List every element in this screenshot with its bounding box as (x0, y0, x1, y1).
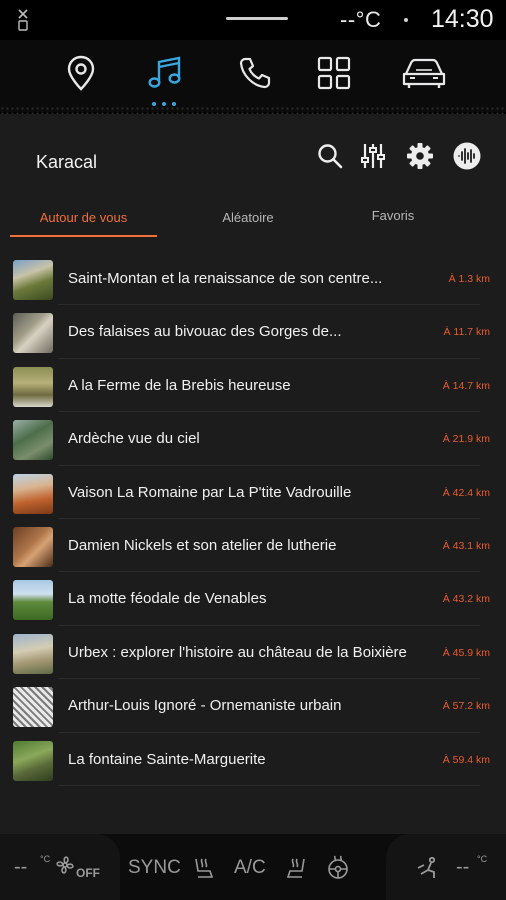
place-thumbnail (13, 740, 53, 781)
list-item[interactable]: Des falaises au bivouac des Gorges de...… (0, 305, 506, 359)
place-distance: À 59.4 km (442, 753, 490, 766)
place-thumbnail (13, 687, 53, 728)
search-icon[interactable] (314, 140, 346, 172)
place-title: La fontaine Sainte-Marguerite (68, 750, 266, 768)
place-distance: À 45.9 km (442, 646, 490, 659)
place-distance: À 11.7 km (443, 326, 491, 339)
place-title: Damien Nickels et son atelier de lutheri… (68, 536, 337, 554)
audio-source-icon[interactable] (451, 140, 483, 172)
sync-button[interactable]: SYNC (128, 857, 181, 879)
list-item[interactable]: Damien Nickels et son atelier de lutheri… (0, 519, 506, 573)
right-temperature[interactable]: -- (456, 856, 469, 879)
place-distance: À 1.3 km (448, 273, 490, 285)
place-title: Saint-Montan et la renaissance de son ce… (68, 270, 383, 287)
status-bar: --°C 14:30 (0, 0, 506, 40)
heated-seat-right-icon[interactable] (284, 855, 310, 881)
list-item[interactable]: Arthur-Louis Ignoré - Ornemaniste urbain… (0, 679, 506, 733)
heated-seat-icon[interactable] (190, 855, 216, 881)
fan-icon[interactable] (54, 854, 76, 876)
location-pin-icon[interactable] (58, 50, 104, 96)
equalizer-icon[interactable] (357, 140, 389, 172)
active-tab-underline (10, 235, 157, 237)
list-item[interactable]: La fontaine Sainte-Marguerite À 59.4 km (0, 733, 506, 786)
heated-steering-wheel-icon[interactable] (325, 854, 351, 880)
place-title: Ardèche vue du ciel (68, 430, 200, 448)
place-thumbnail (13, 260, 53, 300)
place-title: Des falaises au bivouac des Gorges de... (68, 323, 342, 341)
list-item[interactable]: Urbex : explorer l'histoire au château d… (0, 626, 506, 680)
app-content: Karacal Autour de vous Aléatoire Favoris… (0, 114, 506, 834)
place-title: A la Ferme de la Brebis heureuse (68, 376, 291, 394)
divider (58, 784, 480, 786)
notification-icon (16, 8, 30, 32)
place-title: La motte féodale de Venables (68, 590, 267, 608)
place-distance: À 43.1 km (442, 539, 490, 552)
place-thumbnail (13, 420, 53, 461)
list-item[interactable]: La motte féodale de Venables À 43.2 km (0, 572, 506, 626)
left-temperature-unit: °C (40, 854, 51, 864)
air-distribution-icon[interactable] (416, 856, 442, 880)
clock: 14:30 (431, 5, 494, 33)
fan-state: OFF (76, 866, 100, 880)
right-climate-zone[interactable] (386, 834, 506, 900)
place-thumbnail (13, 580, 53, 621)
place-thumbnail (13, 313, 53, 354)
app-title: Karacal (36, 152, 98, 172)
place-thumbnail (13, 366, 53, 407)
place-title: Vaison La Romaine par La P'tite Vadrouil… (68, 483, 352, 501)
place-distance: À 14.7 km (442, 379, 490, 392)
place-thumbnail (13, 473, 53, 514)
tab-aleatoire[interactable]: Aléatoire (190, 210, 306, 225)
climate-bar: -- °C OFF SYNC A/C -- °C (0, 834, 506, 900)
music-icon[interactable] (142, 50, 188, 96)
nav-divider (0, 106, 506, 114)
place-title: Urbex : explorer l'histoire au château d… (68, 643, 407, 661)
apps-grid-icon[interactable] (311, 50, 357, 96)
status-dot (404, 18, 408, 22)
list-item[interactable]: A la Ferme de la Brebis heureuse À 14.7 … (0, 359, 506, 413)
car-icon[interactable] (398, 50, 450, 96)
place-thumbnail (13, 526, 53, 567)
tab-favoris[interactable]: Favoris (348, 208, 438, 223)
tab-bar: Autour de vous Aléatoire Favoris (0, 206, 506, 240)
right-temperature-unit: °C (477, 854, 488, 864)
places-list: Saint-Montan et la renaissance de son ce… (0, 252, 506, 786)
left-temperature[interactable]: -- (14, 856, 27, 879)
place-distance: À 21.9 km (442, 433, 490, 446)
place-distance: À 42.4 km (442, 486, 490, 499)
list-item[interactable]: Saint-Montan et la renaissance de son ce… (0, 252, 506, 306)
place-distance: À 43.2 km (442, 593, 490, 606)
list-item[interactable]: Ardèche vue du ciel À 21.9 km (0, 412, 506, 466)
place-thumbnail (13, 633, 53, 674)
drag-handle[interactable] (226, 17, 288, 20)
settings-icon[interactable] (404, 140, 436, 172)
tab-autour-de-vous[interactable]: Autour de vous (10, 210, 157, 225)
top-navigation (0, 40, 506, 112)
phone-icon[interactable] (232, 50, 278, 96)
place-distance: À 57.2 km (442, 700, 490, 713)
list-item[interactable]: Vaison La Romaine par La P'tite Vadrouil… (0, 466, 506, 519)
ac-button[interactable]: A/C (234, 857, 266, 879)
place-title: Arthur-Louis Ignoré - Ornemaniste urbain (68, 697, 342, 715)
outside-temperature: --°C (340, 7, 382, 32)
